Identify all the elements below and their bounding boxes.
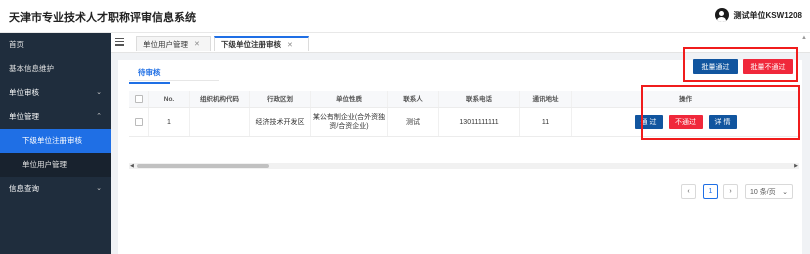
avatar-icon[interactable] (714, 8, 729, 22)
tab-label: 单位用户管理 (143, 39, 188, 49)
sidebar-item-home[interactable]: 首页 (0, 33, 111, 57)
main-content: 单位用户管理 ✕ 下级单位注册审核 ✕ ▲ 待审核 批量通过 批量不通过 No.… (111, 33, 810, 254)
select-all-cell (129, 91, 149, 107)
sidebar-item-label: 单位管理 (9, 112, 39, 121)
cell-contact: 测试 (388, 108, 439, 136)
page-1-button[interactable]: 1 (703, 184, 718, 199)
sidebar-item-basic-info[interactable]: 基本信息维护 (0, 57, 111, 81)
close-icon[interactable]: ✕ (287, 41, 293, 49)
cell-no: 1 (149, 108, 190, 136)
sidebar: 首页 基本信息维护 单位审核 ⌄ 单位管理 ⌃ 下级单位注册审核 单位用户管理 信息… (0, 33, 111, 254)
column-header: 通讯地址 (520, 91, 572, 107)
cell-phone: 13011111111 (439, 108, 520, 136)
sidebar-item-label: 首页 (9, 40, 24, 49)
column-header: 组织机构代码 (190, 91, 250, 107)
sidebar-item-label: 信息查询 (9, 184, 39, 193)
bulk-reject-button[interactable]: 批量不通过 (743, 59, 793, 74)
scroll-left-icon[interactable]: ◀ (130, 163, 134, 169)
sidebar-item-info-query[interactable]: 信息查询 ⌄ (0, 177, 111, 201)
sidebar-item-label: 单位审核 (9, 88, 39, 97)
content-panel: 待审核 批量通过 批量不通过 No. 组织机构代码 行政区划 单位性质 联系人 … (118, 47, 802, 254)
chevron-down-icon: ⌄ (782, 188, 788, 196)
app-title: 天津市专业技术人才职称评审信息系统 (9, 12, 196, 24)
column-header: No. (149, 91, 190, 107)
row-actions-highlight (641, 85, 800, 140)
tab-sub-unit-review[interactable]: 下级单位注册审核 ✕ (214, 36, 309, 51)
chevron-down-icon: ⌄ (96, 185, 102, 192)
sidebar-item-label: 单位用户管理 (22, 160, 67, 169)
sidebar-item-unit-review[interactable]: 单位审核 ⌄ (0, 81, 111, 105)
sidebar-item-unit-management[interactable]: 单位管理 ⌃ (0, 105, 111, 129)
chevron-up-icon: ⌃ (96, 113, 102, 120)
bulk-actions-highlight: 批量通过 批量不通过 (683, 47, 798, 82)
close-icon[interactable]: ✕ (194, 40, 200, 48)
user-name[interactable]: 测试单位KSW1208 (734, 10, 802, 21)
chevron-up-icon[interactable]: ▲ (801, 35, 807, 41)
cell-address: 11 (520, 108, 572, 136)
sidebar-item-label: 基本信息维护 (9, 64, 54, 73)
cell-org-code (190, 108, 250, 136)
column-header: 行政区划 (250, 91, 311, 107)
bulk-approve-button[interactable]: 批量通过 (693, 59, 738, 74)
divider (129, 80, 219, 81)
cell-region: 经济技术开发区 (250, 108, 311, 136)
sidebar-item-sub-unit-review[interactable]: 下级单位注册审核 (0, 129, 111, 153)
tab-label: 下级单位注册审核 (221, 40, 281, 49)
row-select-cell (129, 108, 149, 136)
next-page-button[interactable]: › (723, 184, 738, 199)
select-all-checkbox[interactable] (134, 95, 143, 103)
menu-icon[interactable] (115, 38, 124, 47)
user-menu[interactable]: 测试单位KSW1208 (714, 8, 802, 22)
sidebar-item-unit-users[interactable]: 单位用户管理 (0, 153, 111, 177)
sidebar-item-label: 下级单位注册审核 (22, 136, 82, 145)
row-checkbox[interactable] (134, 118, 143, 126)
column-header: 单位性质 (311, 91, 388, 107)
horizontal-scrollbar[interactable]: ◀ ▶ (129, 163, 799, 169)
cell-nature: 某公有制企业(合外资独资/合资企业) (311, 108, 388, 136)
column-header: 联系电话 (439, 91, 520, 107)
scroll-right-icon[interactable]: ▶ (794, 163, 798, 169)
scrollbar-thumb[interactable] (137, 164, 269, 168)
review-table: No. 组织机构代码 行政区划 单位性质 联系人 联系电话 通讯地址 操作 1 … (129, 85, 800, 140)
page-size-select[interactable]: 10 条/页 ⌄ (745, 184, 793, 199)
page-size-label: 10 条/页 (750, 188, 776, 196)
tab-pending[interactable]: 待审核 (129, 67, 170, 84)
chevron-down-icon: ⌄ (96, 89, 102, 96)
column-header: 联系人 (388, 91, 439, 107)
prev-page-button[interactable]: ‹ (681, 184, 696, 199)
app-header: 天津市专业技术人才职称评审信息系统 测试单位KSW1208 (0, 0, 810, 33)
tab-unit-users[interactable]: 单位用户管理 ✕ (136, 36, 211, 51)
